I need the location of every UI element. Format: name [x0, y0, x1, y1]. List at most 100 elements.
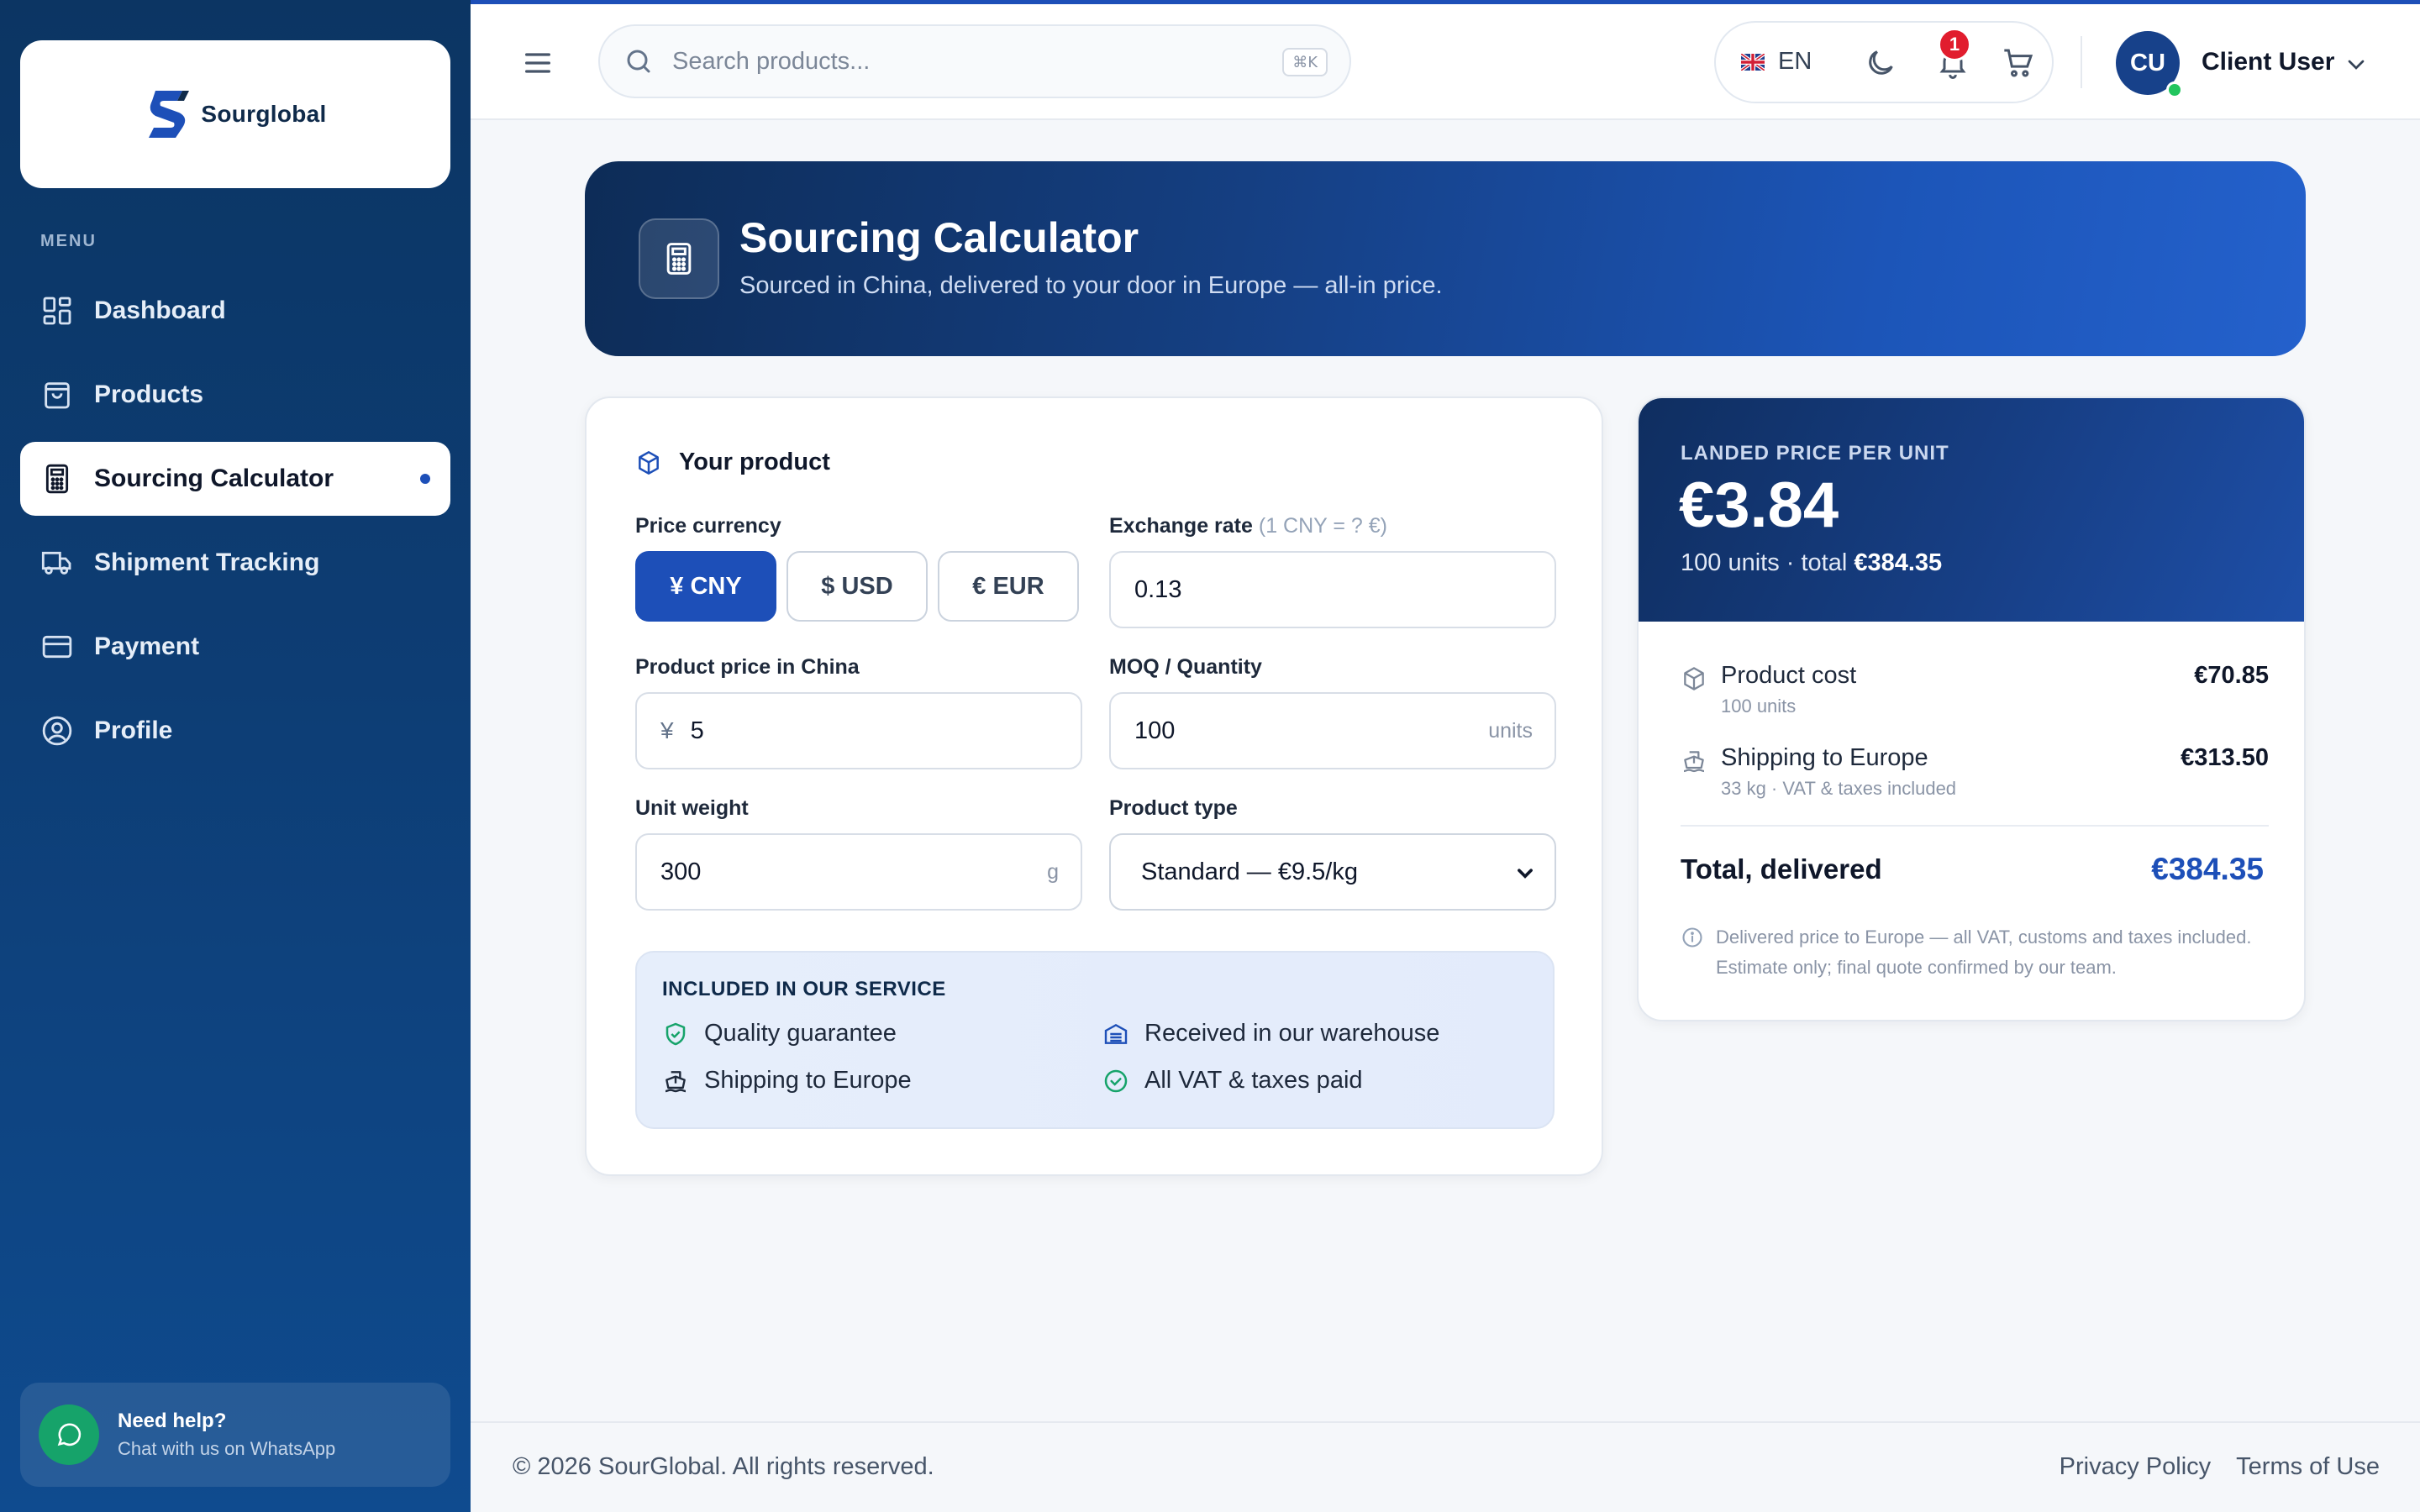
info-icon — [1682, 927, 1702, 948]
included-item: Received in our warehouse — [1102, 1020, 1439, 1047]
sidebar-item-dashboard[interactable]: Dashboard — [20, 274, 450, 348]
help-title: Need help? — [118, 1410, 227, 1432]
unit-weight-value: 300 — [660, 858, 702, 885]
included-item: Shipping to Europe — [662, 1067, 912, 1095]
exchange-rate-value: 0.13 — [1134, 575, 1182, 603]
product-price-input[interactable]: ¥ 5 — [635, 692, 1082, 769]
sidebar-item-label: Shipment Tracking — [94, 549, 320, 576]
whatsapp-help-card[interactable]: Need help? Chat with us on WhatsApp — [20, 1383, 450, 1487]
cost-line-meta: 100 units — [1721, 696, 1797, 717]
sidebar-item-sourcing-calculator[interactable]: Sourcing Calculator — [20, 442, 450, 516]
footer-links: Privacy Policy Terms of Use — [2060, 1453, 2380, 1481]
included-item-label: Received in our warehouse — [1144, 1020, 1440, 1047]
terms-of-use-link[interactable]: Terms of Use — [2236, 1453, 2380, 1481]
help-subtitle: Chat with us on WhatsApp — [118, 1438, 336, 1459]
sidebar-item-products[interactable]: Products — [20, 358, 450, 432]
user-circle-icon — [42, 716, 72, 746]
logo[interactable]: Sourglobal — [20, 40, 450, 188]
brand-name: Sourglobal — [201, 101, 327, 127]
hamburger-menu-icon[interactable] — [521, 46, 555, 80]
exchange-rate-input[interactable]: 0.13 — [1109, 551, 1556, 628]
bag-icon — [45, 382, 70, 409]
chevron-down-icon — [1518, 869, 1533, 879]
calculator-icon — [45, 464, 69, 494]
ship-icon — [665, 1070, 687, 1092]
cart-icon[interactable] — [2002, 46, 2035, 80]
sidebar-item-payment[interactable]: Payment — [20, 610, 450, 684]
package-icon — [639, 450, 659, 475]
search-input[interactable] — [672, 47, 1260, 76]
product-type-value: Standard — €9.5/kg — [1141, 858, 1358, 885]
cost-line-amount: €313.50 — [2181, 744, 2269, 771]
ship-icon — [1683, 751, 1705, 773]
currency-cny-button[interactable]: ¥ CNY — [635, 551, 776, 622]
product-form-card: Your product Price currency ¥ CNY $ USD … — [585, 396, 1603, 1176]
footer: © 2026 SourGlobal. All rights reserved. … — [471, 1421, 2420, 1512]
search-icon — [627, 50, 650, 73]
included-item-label: Shipping to Europe — [704, 1067, 912, 1094]
chevron-down-icon[interactable] — [2343, 51, 2370, 78]
included-item: All VAT & taxes paid — [1102, 1067, 1363, 1095]
exchange-rate-label: Exchange rate (1 CNY = ? €) — [1109, 514, 1387, 538]
privacy-policy-link[interactable]: Privacy Policy — [2060, 1453, 2212, 1481]
moq-input[interactable]: 100 units — [1109, 692, 1556, 769]
sidebar-item-profile[interactable]: Profile — [20, 694, 450, 768]
currency-eur-button[interactable]: € EUR — [938, 551, 1079, 622]
user-name[interactable]: Client User — [2202, 48, 2334, 76]
sidebar-item-label: Profile — [94, 717, 173, 744]
unit-weight-unit: g — [1047, 859, 1059, 884]
credit-card-icon — [42, 635, 72, 659]
menu-label: MENU — [40, 232, 97, 250]
summary-header: LANDED PRICE PER UNIT €3.84 100 units · … — [1639, 398, 2304, 622]
header-tools: EN 1 — [1714, 21, 2054, 103]
product-price-label: Product price in China — [635, 655, 860, 679]
exchange-rate-label-text: Exchange rate — [1109, 514, 1253, 538]
brand-logo-icon — [149, 91, 190, 138]
copyright: © 2026 SourGlobal. All rights reserved. — [513, 1453, 934, 1480]
included-item-label: All VAT & taxes paid — [1144, 1067, 1363, 1094]
language-label: EN — [1778, 48, 1812, 75]
summary-label: LANDED PRICE PER UNIT — [1681, 442, 1949, 465]
cost-line-product: Product cost 100 units €70.85 — [1681, 662, 2269, 729]
warehouse-icon — [1104, 1023, 1128, 1044]
page-title: Sourcing Calculator — [739, 214, 1139, 261]
unit-price: €3.84 — [1679, 470, 1839, 541]
calculator-icon — [639, 218, 719, 299]
sidebar-item-shipment-tracking[interactable]: Shipment Tracking — [20, 526, 450, 600]
currency-usd-button[interactable]: $ USD — [786, 551, 928, 622]
language-selector[interactable]: EN — [1741, 48, 1812, 76]
cost-line-name: Product cost — [1721, 662, 1857, 689]
dark-mode-moon-icon[interactable] — [1864, 46, 1897, 80]
total-amount: €384.35 — [2151, 852, 2264, 886]
product-type-label: Product type — [1109, 796, 1238, 820]
included-item: Quality guarantee — [662, 1020, 897, 1047]
sidebar-item-label: Sourcing Calculator — [94, 465, 334, 492]
summary-total-short: €384.35 — [1854, 549, 1943, 576]
price-currency-prefix: ¥ — [660, 717, 674, 743]
sidebar: Sourglobal MENU Dashboard Products Sourc… — [0, 0, 471, 1512]
page-subtitle: Sourced in China, delivered to your door… — [739, 272, 1443, 299]
summary-units: 100 units · total €384.35 — [1681, 549, 1942, 577]
package-icon — [1684, 667, 1704, 690]
search-bar[interactable]: ⌘K — [598, 24, 1351, 98]
included-services-box: INCLUDED IN OUR SERVICE Quality guarante… — [635, 951, 1555, 1129]
landed-price-summary-card: LANDED PRICE PER UNIT €3.84 100 units · … — [1637, 396, 2306, 1021]
moq-label: MOQ / Quantity — [1109, 655, 1262, 679]
moq-value: 100 — [1134, 717, 1176, 744]
cost-line-name: Shipping to Europe — [1721, 744, 1928, 771]
search-shortcut-badge: ⌘K — [1282, 48, 1328, 76]
top-bar: ⌘K EN 1 CU Client User — [471, 4, 2420, 120]
price-currency-label: Price currency — [635, 514, 781, 538]
sidebar-item-label: Dashboard — [94, 297, 226, 324]
cost-line-amount: €70.85 — [2194, 662, 2269, 689]
summary-units-text: 100 units · total — [1681, 549, 1848, 576]
product-type-select[interactable]: Standard — €9.5/kg — [1109, 833, 1556, 911]
moq-unit: units — [1488, 718, 1533, 743]
notification-badge: 1 — [1938, 28, 1971, 61]
total-label: Total, delivered — [1681, 853, 1882, 885]
estimate-note: Delivered price to Europe — all VAT, cus… — [1681, 922, 2269, 983]
unit-weight-input[interactable]: 300 g — [635, 833, 1082, 911]
whatsapp-icon — [39, 1404, 99, 1465]
online-status-dot — [2166, 81, 2183, 98]
active-indicator — [420, 474, 430, 484]
